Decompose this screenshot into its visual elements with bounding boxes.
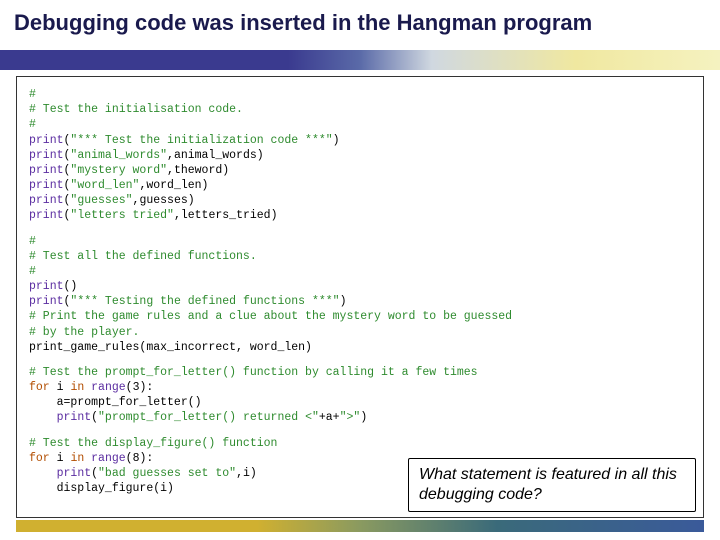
comment-line: # by the player. bbox=[29, 326, 139, 339]
fn-print: print bbox=[29, 209, 64, 222]
fn-print: print bbox=[57, 411, 92, 424]
fn-print: print bbox=[57, 467, 92, 480]
comment-line: # bbox=[29, 88, 36, 101]
question-callout: What statement is featured in all this d… bbox=[408, 458, 696, 512]
comment-line: # Test the initialisation code. bbox=[29, 103, 243, 116]
fn-print: print bbox=[29, 295, 64, 308]
code-line: a=prompt_for_letter() bbox=[29, 396, 202, 409]
fn-print: print bbox=[29, 194, 64, 207]
comment-line: # bbox=[29, 235, 36, 248]
code-listing: # # Test the initialisation code. # prin… bbox=[16, 76, 704, 518]
code-block-3: # Test the prompt_for_letter() function … bbox=[29, 365, 691, 426]
kw-in: in bbox=[70, 381, 84, 394]
fn-print: print bbox=[29, 179, 64, 192]
code-block-2: # # Test all the defined functions. # pr… bbox=[29, 234, 691, 355]
comment-line: # Print the game rules and a clue about … bbox=[29, 310, 512, 323]
fn-print: print bbox=[29, 134, 64, 147]
kw-for: for bbox=[29, 452, 50, 465]
kw-for: for bbox=[29, 381, 50, 394]
fn-range: range bbox=[91, 381, 126, 394]
fn-range: range bbox=[91, 452, 126, 465]
comment-line: # bbox=[29, 265, 36, 278]
comment-line: # bbox=[29, 118, 36, 131]
kw-in: in bbox=[70, 452, 84, 465]
fn-print: print bbox=[29, 280, 64, 293]
fn-print: print bbox=[29, 164, 64, 177]
code-line: print_game_rules(max_incorrect, word_len… bbox=[29, 341, 312, 354]
comment-line: # Test the display_figure() function bbox=[29, 437, 277, 450]
code-block-1: # # Test the initialisation code. # prin… bbox=[29, 87, 691, 224]
footer-gradient bbox=[16, 520, 704, 532]
banner-gradient bbox=[0, 50, 720, 70]
comment-line: # Test all the defined functions. bbox=[29, 250, 257, 263]
comment-line: # Test the prompt_for_letter() function … bbox=[29, 366, 478, 379]
slide-title: Debugging code was inserted in the Hangm… bbox=[0, 0, 720, 50]
code-line: display_figure(i) bbox=[29, 482, 174, 495]
fn-print: print bbox=[29, 149, 64, 162]
